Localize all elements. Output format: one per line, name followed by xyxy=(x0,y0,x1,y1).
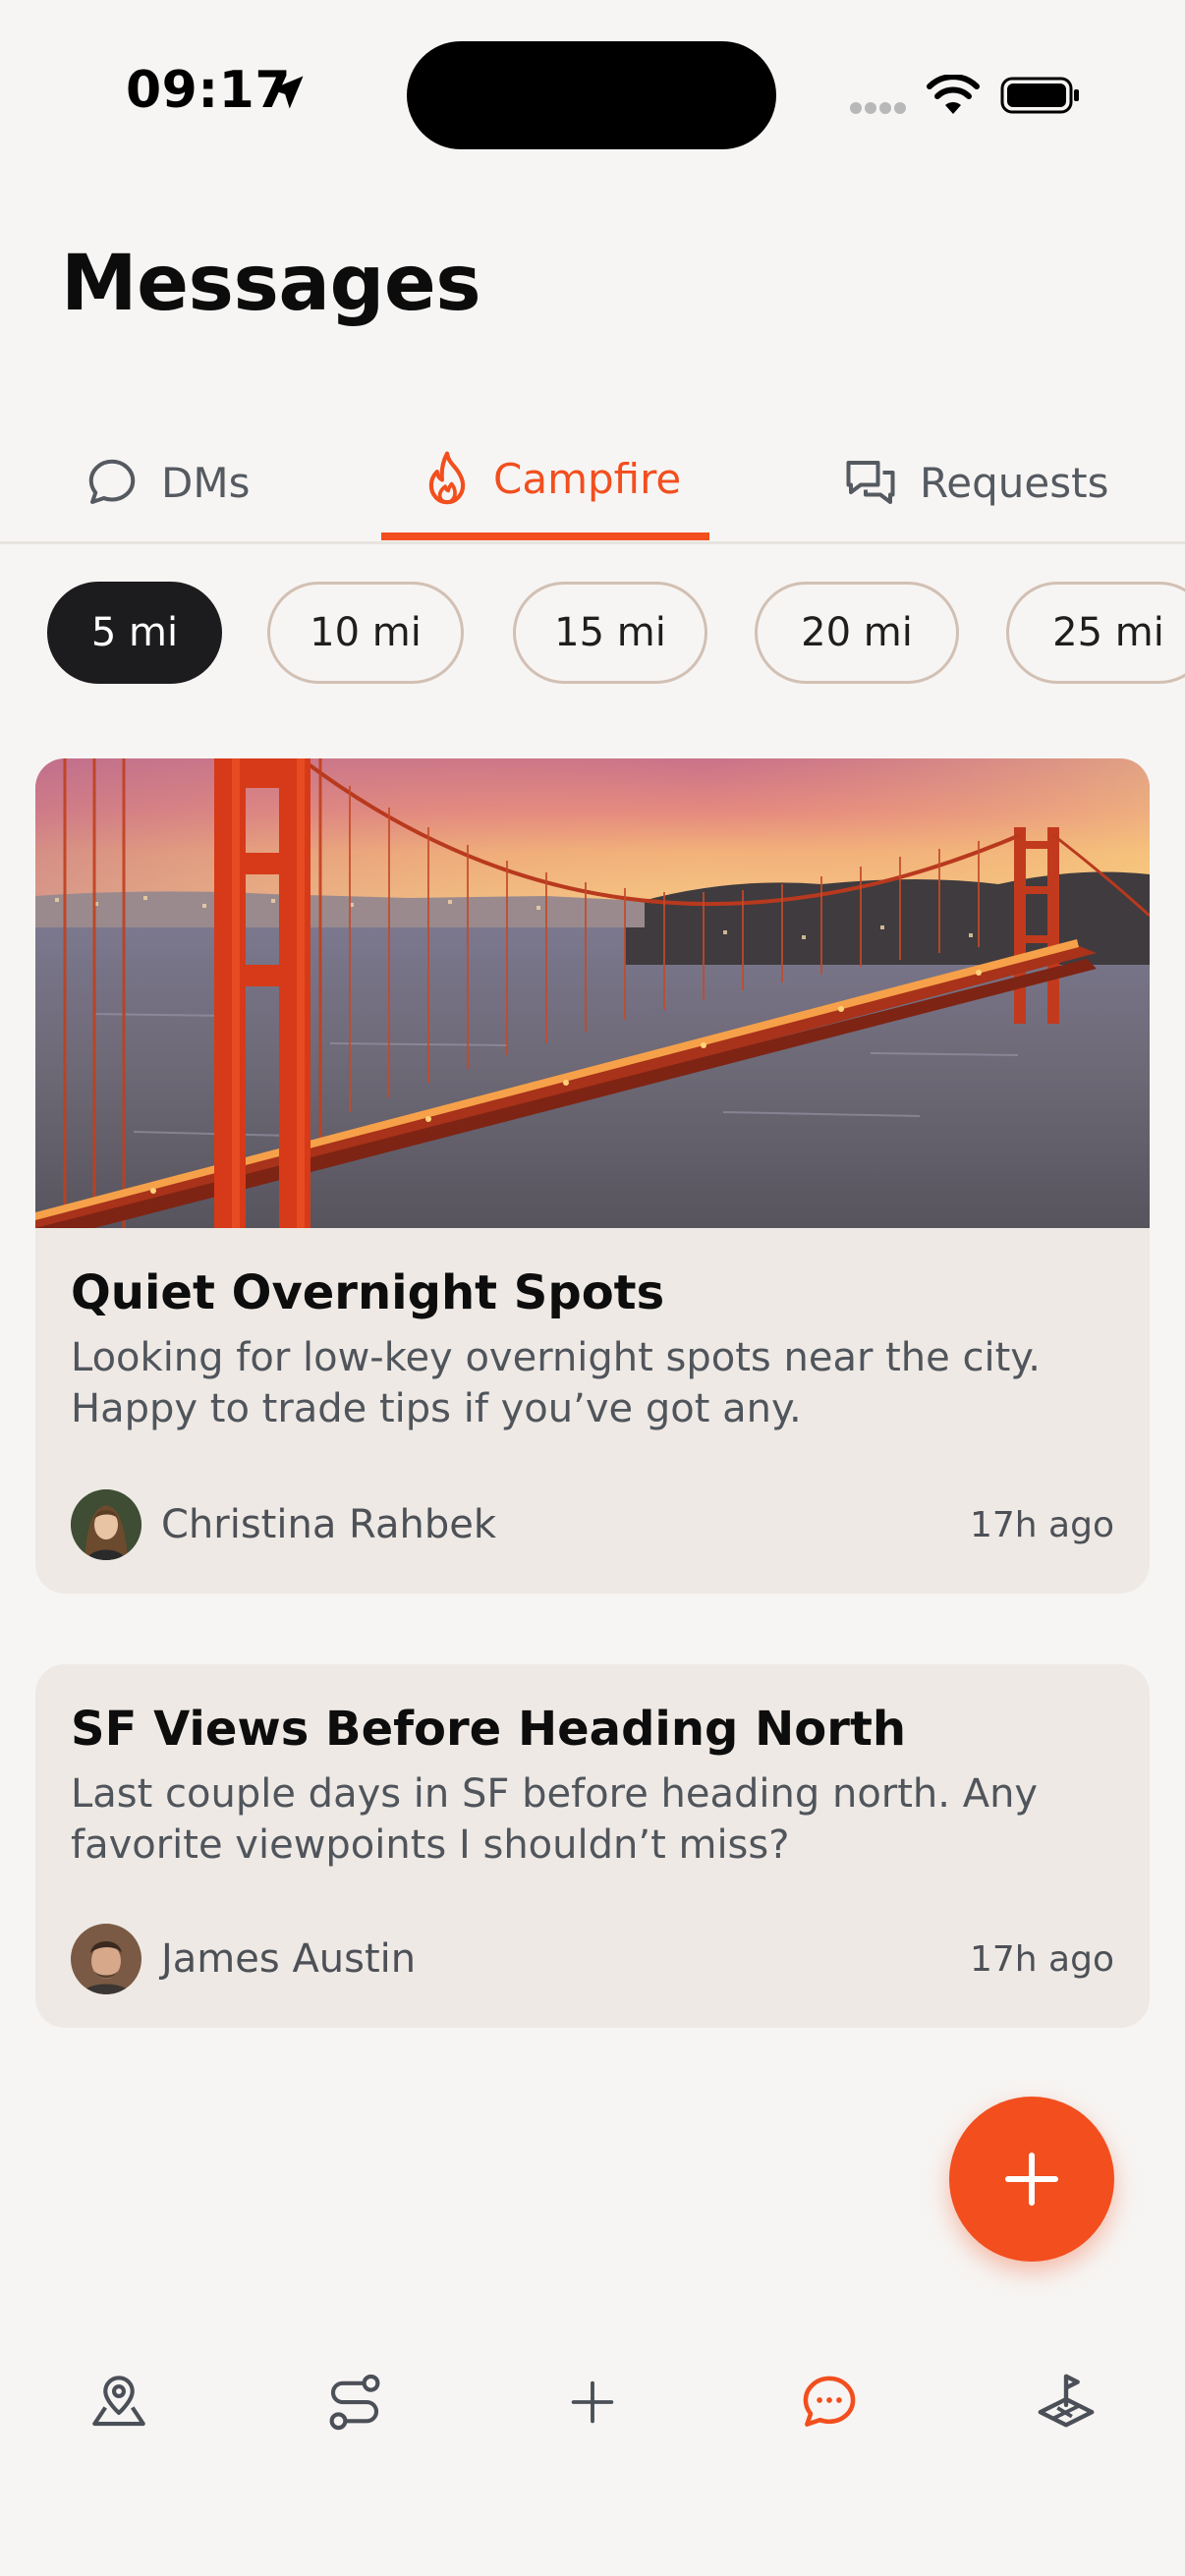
battery-icon xyxy=(1000,77,1079,114)
wifi-icon xyxy=(927,75,980,114)
post-timestamp: 17h ago xyxy=(969,1938,1114,1980)
chip-10-mi[interactable]: 10 mi xyxy=(267,582,464,684)
plus-icon xyxy=(571,2380,614,2424)
plus-icon xyxy=(1005,2153,1058,2206)
nav-messages[interactable] xyxy=(775,2348,883,2456)
conversation-icon xyxy=(846,461,895,504)
nav-create[interactable] xyxy=(538,2348,647,2456)
cellular-signal-icon xyxy=(850,102,906,114)
tab-dms-label: DMs xyxy=(161,458,251,507)
campfire-post-card[interactable]: Quiet Overnight Spots Looking for low-ke… xyxy=(35,758,1150,1594)
post-body: Last couple days in SF before heading no… xyxy=(71,1771,1039,1868)
chip-20-mi[interactable]: 20 mi xyxy=(755,582,959,684)
nav-map[interactable] xyxy=(65,2348,173,2456)
chip-5-mi[interactable]: 5 mi xyxy=(47,582,222,684)
nav-explore[interactable] xyxy=(1012,2348,1120,2456)
bottom-nav xyxy=(0,2348,1185,2456)
tab-campfire[interactable]: Campfire xyxy=(421,413,681,544)
dynamic-island xyxy=(407,41,776,149)
post-body: Looking for low-key overnight spots near… xyxy=(71,1335,1041,1431)
post-author-row: Christina Rahbek 17h ago xyxy=(71,1489,1114,1560)
author-name: Christina Rahbek xyxy=(161,1502,496,1547)
chip-25-mi[interactable]: 25 mi xyxy=(1006,582,1185,684)
map-flag-icon xyxy=(1038,2374,1095,2428)
route-icon xyxy=(329,2374,380,2431)
page-title: Messages xyxy=(61,240,481,328)
distance-filter-chips: 5 mi 10 mi 15 mi 20 mi 25 mi xyxy=(47,582,1185,684)
campfire-post-card[interactable]: SF Views Before Heading North Last coupl… xyxy=(35,1664,1150,2028)
chat-bubble-icon xyxy=(88,459,136,504)
flame-icon xyxy=(428,451,466,505)
post-title: Quiet Overnight Spots xyxy=(71,1265,665,1320)
tab-dms[interactable]: DMs xyxy=(83,417,250,548)
nav-routes[interactable] xyxy=(301,2348,409,2456)
tab-requests[interactable]: Requests xyxy=(841,417,1109,548)
chip-15-mi[interactable]: 15 mi xyxy=(513,582,707,684)
avatar[interactable] xyxy=(71,1489,141,1560)
post-timestamp: 17h ago xyxy=(969,1504,1114,1545)
post-image xyxy=(35,758,1150,1228)
author-name: James Austin xyxy=(161,1936,417,1982)
new-post-button[interactable] xyxy=(949,2097,1114,2262)
post-author-row: James Austin 17h ago xyxy=(71,1924,1114,1994)
message-tabs: DMs Campfire Requests xyxy=(0,413,1185,544)
location-arrow-icon xyxy=(270,76,304,109)
avatar[interactable] xyxy=(71,1924,141,1994)
active-tab-indicator xyxy=(381,532,709,540)
status-bar: 09:17 xyxy=(0,0,1185,187)
tab-requests-label: Requests xyxy=(920,458,1109,507)
tab-campfire-label: Campfire xyxy=(493,454,682,503)
post-title: SF Views Before Heading North xyxy=(71,1702,907,1757)
map-pin-icon xyxy=(92,2376,145,2427)
chat-bubble-icon xyxy=(803,2376,856,2427)
